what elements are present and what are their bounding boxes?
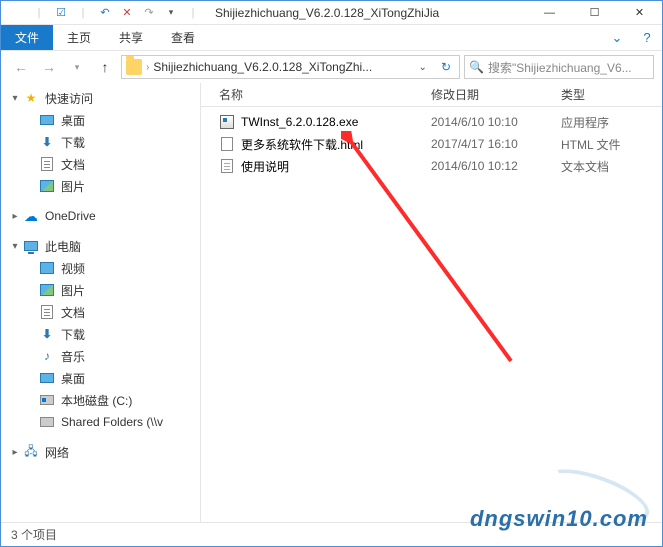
download-icon: ⬇: [39, 134, 55, 150]
picture-icon: [39, 178, 55, 194]
col-header-date[interactable]: 修改日期: [431, 86, 561, 103]
tab-home[interactable]: 主页: [53, 25, 105, 50]
up-button[interactable]: ↑: [93, 55, 117, 79]
help-icon[interactable]: ?: [632, 30, 662, 45]
search-icon: 🔍: [469, 60, 484, 74]
sidebar-desktop[interactable]: 桌面: [1, 109, 200, 131]
txt-icon: [219, 158, 235, 174]
sidebar-downloads[interactable]: ⬇下载: [1, 131, 200, 153]
file-name: 使用说明: [241, 158, 289, 175]
close-button[interactable]: ✕: [617, 1, 662, 25]
col-header-name[interactable]: 名称: [201, 86, 431, 103]
sidebar-downloads-pc[interactable]: ⬇下载: [1, 323, 200, 345]
minimize-button[interactable]: —: [527, 1, 572, 25]
address-bar[interactable]: › Shijiezhichuang_V6.2.0.128_XiTongZhi..…: [121, 55, 460, 79]
body: ▾★快速访问 桌面 ⬇下载 文档 图片 ▸☁OneDrive ▾此电脑 视频 图…: [1, 83, 662, 522]
chevron-right-icon: ›: [146, 62, 149, 73]
delete-icon[interactable]: ✕: [117, 3, 137, 23]
sidebar-music[interactable]: ♪音乐: [1, 345, 200, 367]
file-tab[interactable]: 文件: [1, 25, 53, 50]
music-icon: ♪: [39, 348, 55, 364]
recent-dropdown-icon[interactable]: ▾: [65, 55, 89, 79]
sidebar-shared-folders[interactable]: Shared Folders (\\v: [1, 411, 200, 433]
address-dropdown-icon[interactable]: ⌄: [413, 62, 433, 73]
video-icon: [39, 260, 55, 276]
breadcrumb-text[interactable]: Shijiezhichuang_V6.2.0.128_XiTongZhi...: [153, 60, 372, 74]
forward-button[interactable]: →: [37, 55, 61, 79]
sidebar-desktop-pc[interactable]: 桌面: [1, 367, 200, 389]
file-type: 应用程序: [561, 114, 662, 131]
sidebar-documents-pc[interactable]: 文档: [1, 301, 200, 323]
file-date: 2014/6/10 10:10: [431, 115, 561, 129]
qat-dropdown-icon[interactable]: ▾: [161, 3, 181, 23]
properties-icon[interactable]: ☑: [51, 3, 71, 23]
window-controls: — ☐ ✕: [527, 1, 662, 25]
file-row[interactable]: 更多系统软件下载.html 2017/4/17 16:10 HTML 文件: [201, 133, 662, 155]
sidebar-this-pc[interactable]: ▾此电脑: [1, 235, 200, 257]
sidebar-network[interactable]: ▸🖧网络: [1, 441, 200, 463]
file-name: 更多系统软件下载.html: [241, 136, 363, 153]
window-title: Shijiezhichuang_V6.2.0.128_XiTongZhiJia: [203, 6, 527, 20]
title-bar: | ☑ | ↶ ✕ ↷ ▾ | Shijiezhichuang_V6.2.0.1…: [1, 1, 662, 25]
html-icon: [219, 136, 235, 152]
redo-icon[interactable]: ↷: [139, 3, 159, 23]
qat-separator3: |: [183, 3, 203, 23]
document-icon: [39, 304, 55, 320]
sidebar-videos[interactable]: 视频: [1, 257, 200, 279]
download-icon: ⬇: [39, 326, 55, 342]
sidebar-quick-access[interactable]: ▾★快速访问: [1, 87, 200, 109]
cloud-icon: ☁: [23, 208, 39, 224]
sidebar-documents[interactable]: 文档: [1, 153, 200, 175]
file-date: 2017/4/17 16:10: [431, 137, 561, 151]
file-type: HTML 文件: [561, 136, 662, 153]
qat-separator: |: [29, 3, 49, 23]
search-input[interactable]: 🔍 搜索"Shijiezhichuang_V6...: [464, 55, 654, 79]
ribbon-help: ⌄ ?: [602, 25, 662, 50]
disk-icon: [39, 392, 55, 408]
disk-icon: [39, 414, 55, 430]
back-button[interactable]: ←: [9, 55, 33, 79]
document-icon: [39, 156, 55, 172]
qat-separator2: |: [73, 3, 93, 23]
file-row[interactable]: TWInst_6.2.0.128.exe 2014/6/10 10:10 应用程…: [201, 111, 662, 133]
tab-share[interactable]: 共享: [105, 25, 157, 50]
sidebar-pictures[interactable]: 图片: [1, 175, 200, 197]
sidebar-pictures-pc[interactable]: 图片: [1, 279, 200, 301]
nav-bar: ← → ▾ ↑ › Shijiezhichuang_V6.2.0.128_XiT…: [1, 51, 662, 83]
status-bar: 3 个项目: [1, 522, 662, 546]
ribbon-tabs: 文件 主页 共享 查看 ⌄ ?: [1, 25, 662, 51]
search-placeholder: 搜索"Shijiezhichuang_V6...: [488, 59, 649, 76]
desktop-icon: [39, 370, 55, 386]
refresh-icon[interactable]: ↻: [437, 60, 455, 74]
sidebar-disk-c[interactable]: 本地磁盘 (C:): [1, 389, 200, 411]
maximize-button[interactable]: ☐: [572, 1, 617, 25]
quick-access-toolbar: | ☑ | ↶ ✕ ↷ ▾ |: [1, 3, 203, 23]
content-pane: 名称 修改日期 类型 TWInst_6.2.0.128.exe 2014/6/1…: [201, 83, 662, 522]
nav-pane[interactable]: ▾★快速访问 桌面 ⬇下载 文档 图片 ▸☁OneDrive ▾此电脑 视频 图…: [1, 83, 201, 522]
col-header-type[interactable]: 类型: [561, 86, 662, 103]
folder-icon: [126, 59, 142, 75]
sidebar-onedrive[interactable]: ▸☁OneDrive: [1, 205, 200, 227]
folder-icon: [7, 3, 27, 23]
tab-view[interactable]: 查看: [157, 25, 209, 50]
desktop-icon: [39, 112, 55, 128]
ribbon-expand-icon[interactable]: ⌄: [602, 30, 632, 46]
file-list[interactable]: TWInst_6.2.0.128.exe 2014/6/10 10:10 应用程…: [201, 107, 662, 522]
file-date: 2014/6/10 10:12: [431, 159, 561, 173]
undo-icon[interactable]: ↶: [95, 3, 115, 23]
network-icon: 🖧: [23, 444, 39, 460]
file-row[interactable]: 使用说明 2014/6/10 10:12 文本文档: [201, 155, 662, 177]
star-icon: ★: [23, 90, 39, 106]
file-name: TWInst_6.2.0.128.exe: [241, 115, 358, 129]
item-count: 3 个项目: [11, 526, 57, 543]
column-headers: 名称 修改日期 类型: [201, 83, 662, 107]
pc-icon: [23, 238, 39, 254]
exe-icon: [219, 114, 235, 130]
file-type: 文本文档: [561, 158, 662, 175]
picture-icon: [39, 282, 55, 298]
